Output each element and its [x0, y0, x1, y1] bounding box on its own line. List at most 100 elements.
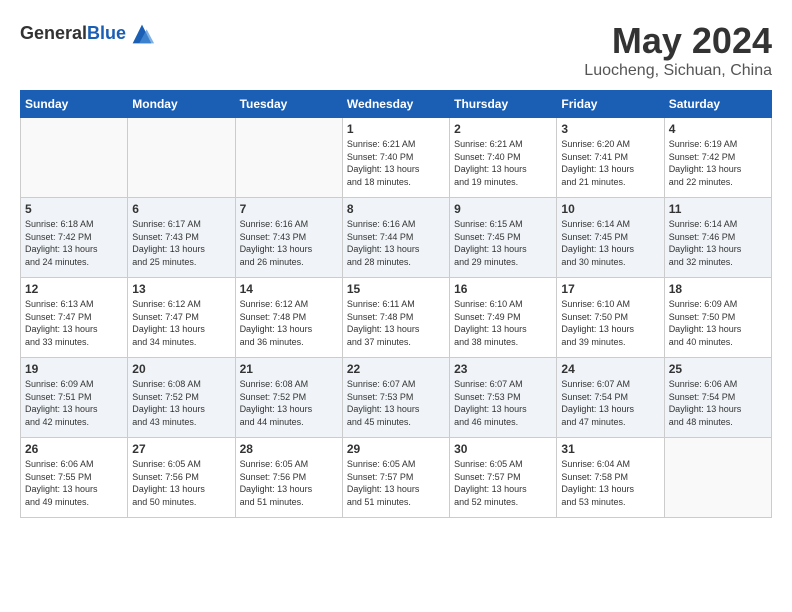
logo-general-text: General — [20, 23, 87, 43]
day-number: 21 — [240, 362, 338, 376]
calendar-cell: 2 Sunrise: 6:21 AMSunset: 7:40 PMDaylight… — [450, 118, 557, 198]
calendar-cell: 11 Sunrise: 6:14 AMSunset: 7:46 PMDayligh… — [664, 198, 771, 278]
calendar-cell: 1 Sunrise: 6:21 AMSunset: 7:40 PMDaylight… — [342, 118, 449, 198]
cell-info: Sunrise: 6:09 AMSunset: 7:50 PMDaylight:… — [669, 298, 767, 348]
calendar-cell — [664, 438, 771, 518]
calendar-cell: 30 Sunrise: 6:05 AMSunset: 7:57 PMDayligh… — [450, 438, 557, 518]
day-number: 30 — [454, 442, 552, 456]
cell-info: Sunrise: 6:07 AMSunset: 7:53 PMDaylight:… — [347, 378, 445, 428]
cell-info: Sunrise: 6:09 AMSunset: 7:51 PMDaylight:… — [25, 378, 123, 428]
calendar-cell: 17 Sunrise: 6:10 AMSunset: 7:50 PMDayligh… — [557, 278, 664, 358]
calendar-cell: 3 Sunrise: 6:20 AMSunset: 7:41 PMDaylight… — [557, 118, 664, 198]
cell-info: Sunrise: 6:15 AMSunset: 7:45 PMDaylight:… — [454, 218, 552, 268]
calendar-cell: 6Sunrise: 6:17 AMSunset: 7:43 PMDaylight… — [128, 198, 235, 278]
day-number: 15 — [347, 282, 445, 296]
day-number: 22 — [347, 362, 445, 376]
day-number: 10 — [561, 202, 659, 216]
day-number: 12 — [25, 282, 123, 296]
cell-info: Sunrise: 6:04 AMSunset: 7:58 PMDaylight:… — [561, 458, 659, 508]
cell-info: Sunrise: 6:07 AMSunset: 7:54 PMDaylight:… — [561, 378, 659, 428]
day-number: 28 — [240, 442, 338, 456]
calendar-cell: 18Sunrise: 6:09 AMSunset: 7:50 PMDayligh… — [664, 278, 771, 358]
cell-info: Sunrise: 6:17 AMSunset: 7:43 PMDaylight:… — [132, 218, 230, 268]
day-of-week-header: Tuesday — [235, 91, 342, 118]
cell-info: Sunrise: 6:10 AMSunset: 7:49 PMDaylight:… — [454, 298, 552, 348]
day-number: 13 — [132, 282, 230, 296]
cell-info: Sunrise: 6:14 AMSunset: 7:46 PMDaylight:… — [669, 218, 767, 268]
day-number: 8 — [347, 202, 445, 216]
logo-blue-text: Blue — [87, 23, 126, 43]
day-number: 9 — [454, 202, 552, 216]
cell-info: Sunrise: 6:07 AMSunset: 7:53 PMDaylight:… — [454, 378, 552, 428]
calendar-week-row: 19 Sunrise: 6:09 AMSunset: 7:51 PMDayligh… — [21, 358, 772, 438]
logo: GeneralBlue — [20, 20, 156, 48]
calendar-cell: 19 Sunrise: 6:09 AMSunset: 7:51 PMDayligh… — [21, 358, 128, 438]
calendar-cell: 23Sunrise: 6:07 AMSunset: 7:53 PMDayligh… — [450, 358, 557, 438]
day-number: 17 — [561, 282, 659, 296]
calendar-cell: 12 Sunrise: 6:13 AMSunset: 7:47 PMDayligh… — [21, 278, 128, 358]
calendar-cell — [128, 118, 235, 198]
calendar-cell: 5Sunrise: 6:18 AMSunset: 7:42 PMDaylight… — [21, 198, 128, 278]
cell-info: Sunrise: 6:05 AMSunset: 7:57 PMDaylight:… — [454, 458, 552, 508]
cell-info: Sunrise: 6:06 AMSunset: 7:54 PMDaylight:… — [669, 378, 767, 428]
day-of-week-header: Monday — [128, 91, 235, 118]
cell-info: Sunrise: 6:12 AMSunset: 7:48 PMDaylight:… — [240, 298, 338, 348]
month-title: May 2024 — [584, 20, 772, 62]
cell-info: Sunrise: 6:21 AMSunset: 7:40 PMDaylight:… — [454, 138, 552, 188]
cell-info: Sunrise: 6:05 AMSunset: 7:56 PMDaylight:… — [132, 458, 230, 508]
calendar-cell: 26 Sunrise: 6:06 AMSunset: 7:55 PMDayligh… — [21, 438, 128, 518]
day-number: 3 — [561, 122, 659, 136]
day-number: 29 — [347, 442, 445, 456]
calendar-week-row: 1 Sunrise: 6:21 AMSunset: 7:40 PMDaylight… — [21, 118, 772, 198]
day-number: 16 — [454, 282, 552, 296]
cell-info: Sunrise: 6:10 AMSunset: 7:50 PMDaylight:… — [561, 298, 659, 348]
cell-info: Sunrise: 6:14 AMSunset: 7:45 PMDaylight:… — [561, 218, 659, 268]
calendar-cell: 27 Sunrise: 6:05 AMSunset: 7:56 PMDayligh… — [128, 438, 235, 518]
day-of-week-header: Sunday — [21, 91, 128, 118]
calendar-header-row: SundayMondayTuesdayWednesdayThursdayFrid… — [21, 91, 772, 118]
cell-info: Sunrise: 6:21 AMSunset: 7:40 PMDaylight:… — [347, 138, 445, 188]
cell-info: Sunrise: 6:08 AMSunset: 7:52 PMDaylight:… — [240, 378, 338, 428]
calendar-week-row: 5Sunrise: 6:18 AMSunset: 7:42 PMDaylight… — [21, 198, 772, 278]
day-number: 27 — [132, 442, 230, 456]
calendar-week-row: 12 Sunrise: 6:13 AMSunset: 7:47 PMDayligh… — [21, 278, 772, 358]
day-number: 5 — [25, 202, 123, 216]
calendar-cell: 14Sunrise: 6:12 AMSunset: 7:48 PMDayligh… — [235, 278, 342, 358]
calendar-cell: 24 Sunrise: 6:07 AMSunset: 7:54 PMDayligh… — [557, 358, 664, 438]
day-of-week-header: Thursday — [450, 91, 557, 118]
calendar-week-row: 26 Sunrise: 6:06 AMSunset: 7:55 PMDayligh… — [21, 438, 772, 518]
day-number: 26 — [25, 442, 123, 456]
day-number: 7 — [240, 202, 338, 216]
day-number: 4 — [669, 122, 767, 136]
calendar-cell: 25Sunrise: 6:06 AMSunset: 7:54 PMDayligh… — [664, 358, 771, 438]
calendar-cell: 29 Sunrise: 6:05 AMSunset: 7:57 PMDayligh… — [342, 438, 449, 518]
calendar-cell: 15 Sunrise: 6:11 AMSunset: 7:48 PMDayligh… — [342, 278, 449, 358]
cell-info: Sunrise: 6:11 AMSunset: 7:48 PMDaylight:… — [347, 298, 445, 348]
cell-info: Sunrise: 6:08 AMSunset: 7:52 PMDaylight:… — [132, 378, 230, 428]
day-number: 19 — [25, 362, 123, 376]
page-header: GeneralBlue May 2024 Luocheng, Sichuan, … — [20, 20, 772, 80]
calendar-table: SundayMondayTuesdayWednesdayThursdayFrid… — [20, 90, 772, 518]
cell-info: Sunrise: 6:13 AMSunset: 7:47 PMDaylight:… — [25, 298, 123, 348]
cell-info: Sunrise: 6:06 AMSunset: 7:55 PMDaylight:… — [25, 458, 123, 508]
cell-info: Sunrise: 6:12 AMSunset: 7:47 PMDaylight:… — [132, 298, 230, 348]
cell-info: Sunrise: 6:05 AMSunset: 7:57 PMDaylight:… — [347, 458, 445, 508]
day-of-week-header: Wednesday — [342, 91, 449, 118]
day-number: 11 — [669, 202, 767, 216]
calendar-cell: 13 Sunrise: 6:12 AMSunset: 7:47 PMDayligh… — [128, 278, 235, 358]
day-number: 1 — [347, 122, 445, 136]
calendar-cell: 20 Sunrise: 6:08 AMSunset: 7:52 PMDayligh… — [128, 358, 235, 438]
day-number: 24 — [561, 362, 659, 376]
calendar-cell: 10 Sunrise: 6:14 AMSunset: 7:45 PMDayligh… — [557, 198, 664, 278]
title-area: May 2024 Luocheng, Sichuan, China — [584, 20, 772, 80]
cell-info: Sunrise: 6:16 AMSunset: 7:43 PMDaylight:… — [240, 218, 338, 268]
calendar-cell: 9 Sunrise: 6:15 AMSunset: 7:45 PMDaylight… — [450, 198, 557, 278]
calendar-cell: 31Sunrise: 6:04 AMSunset: 7:58 PMDayligh… — [557, 438, 664, 518]
day-number: 2 — [454, 122, 552, 136]
calendar-cell: 7 Sunrise: 6:16 AMSunset: 7:43 PMDaylight… — [235, 198, 342, 278]
calendar-cell: 21 Sunrise: 6:08 AMSunset: 7:52 PMDayligh… — [235, 358, 342, 438]
day-number: 20 — [132, 362, 230, 376]
cell-info: Sunrise: 6:20 AMSunset: 7:41 PMDaylight:… — [561, 138, 659, 188]
day-of-week-header: Saturday — [664, 91, 771, 118]
calendar-cell: 28Sunrise: 6:05 AMSunset: 7:56 PMDayligh… — [235, 438, 342, 518]
